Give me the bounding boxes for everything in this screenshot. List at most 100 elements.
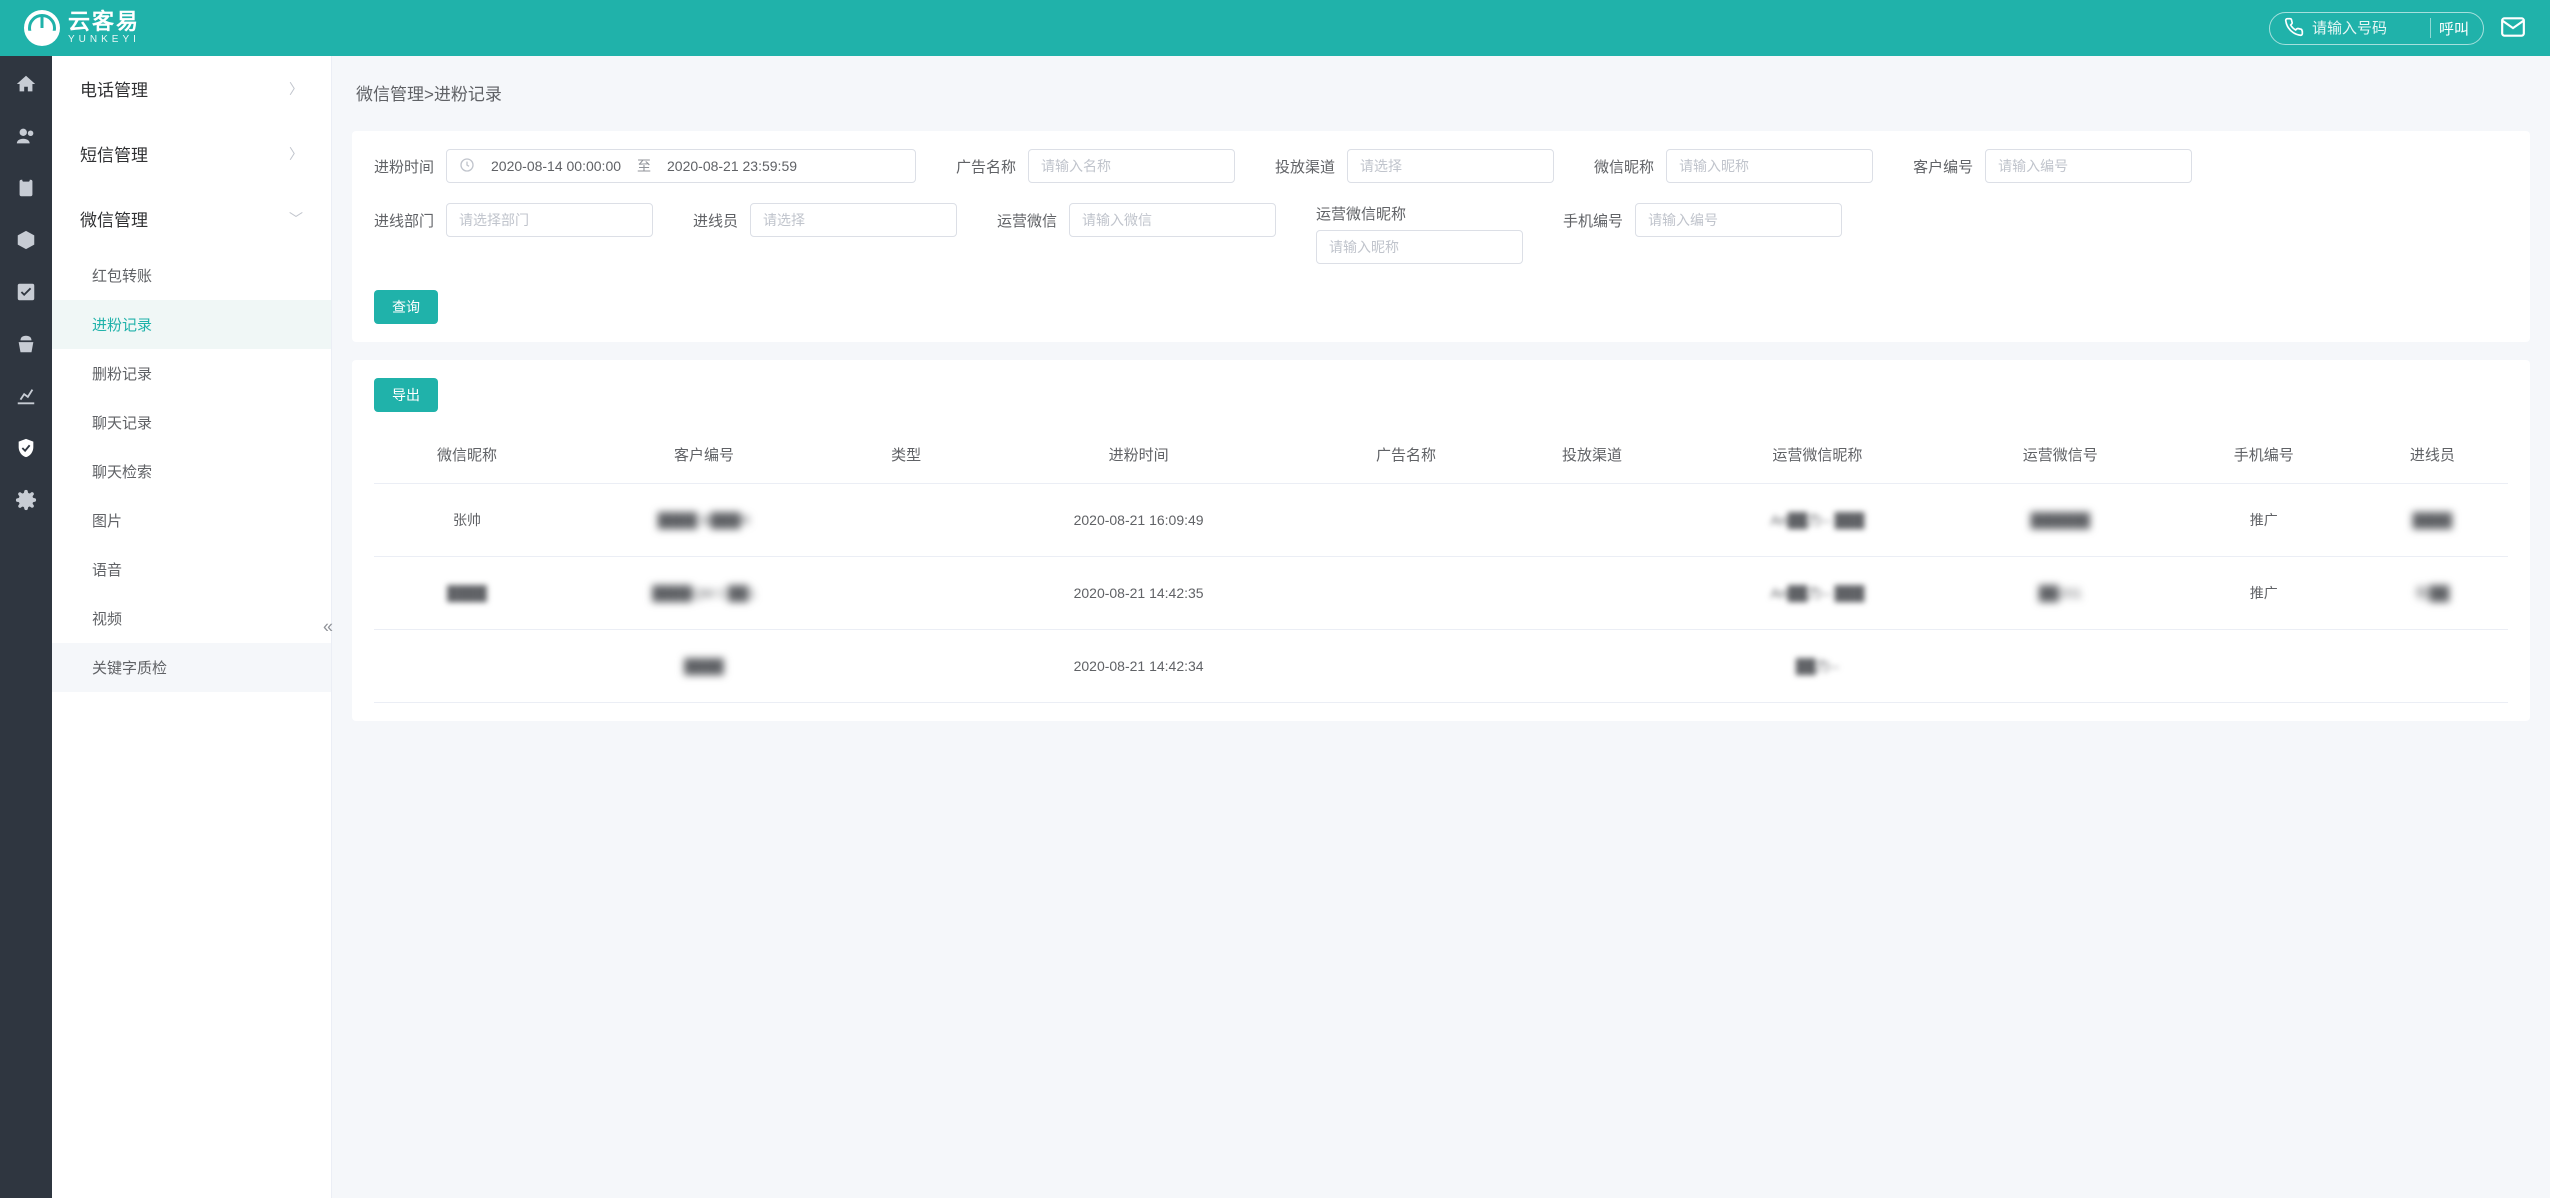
field-label: 进线员 — [693, 210, 738, 231]
cell-cust: ████ — [560, 630, 848, 703]
cell-phone — [2171, 630, 2357, 703]
channel-select[interactable] — [1347, 149, 1554, 183]
cell-opnick: ██力-- — [1685, 630, 1950, 703]
date-sep: 至 — [637, 156, 651, 176]
chevron-right-icon: 〉 — [289, 144, 303, 164]
field-nick: 微信昵称 — [1594, 149, 1873, 183]
cell-agent — [2357, 630, 2508, 703]
rail-home-icon[interactable] — [14, 72, 38, 96]
chevron-right-icon: 〉 — [289, 79, 303, 99]
field-cust: 客户编号 — [1913, 149, 2192, 183]
clock-icon — [459, 157, 475, 176]
field-label: 运营微信昵称 — [1316, 203, 1523, 224]
ad-name-input[interactable] — [1028, 149, 1235, 183]
cell-opnick: An██力-- ███ — [1685, 484, 1950, 557]
op-wechat-input[interactable] — [1069, 203, 1276, 237]
field-agent: 进线员 — [693, 203, 957, 237]
nav-rail — [0, 56, 52, 1198]
col-cust: 客户编号 — [560, 426, 848, 484]
field-label: 客户编号 — [1913, 156, 1973, 177]
main-content: 微信管理>进粉记录 进粉时间 2020-08-14 00:00:00 至 202… — [332, 56, 2550, 1198]
phone-id-input[interactable] — [1635, 203, 1842, 237]
field-time: 进粉时间 2020-08-14 00:00:00 至 2020-08-21 23… — [374, 149, 916, 183]
col-type: 类型 — [848, 426, 964, 484]
side-item-video[interactable]: 视频 — [52, 594, 331, 643]
col-opnick: 运营微信昵称 — [1685, 426, 1950, 484]
col-ad: 广告名称 — [1313, 426, 1499, 484]
date-range-input[interactable]: 2020-08-14 00:00:00 至 2020-08-21 23:59:5… — [446, 149, 916, 183]
side-item-shanfen[interactable]: 删粉记录 — [52, 349, 331, 398]
collapse-left-icon[interactable]: « — [323, 617, 333, 638]
side-item-chatlog[interactable]: 聊天记录 — [52, 398, 331, 447]
table-row: ████████QM C██12020-08-21 14:42:35An██力-… — [374, 557, 2508, 630]
customer-id-input[interactable] — [1985, 149, 2192, 183]
cell-agent: 程██ — [2357, 557, 2508, 630]
rail-chart-icon[interactable] — [14, 384, 38, 408]
side-group-wechat[interactable]: 微信管理 ﹀ — [52, 186, 331, 251]
cell-opwx: ██201 — [1950, 557, 2171, 630]
field-ad: 广告名称 — [956, 149, 1235, 183]
cell-ad — [1313, 630, 1499, 703]
cell-ad — [1313, 557, 1499, 630]
side-group-label: 短信管理 — [80, 141, 148, 166]
rail-shield-icon[interactable] — [14, 436, 38, 460]
cell-channel — [1499, 484, 1685, 557]
cell-phone: 推广 — [2171, 484, 2357, 557]
field-label: 手机编号 — [1563, 210, 1623, 231]
cell-agent: ████ — [2357, 484, 2508, 557]
brand-name-en: YUNKEYI — [68, 35, 140, 45]
op-nick-input[interactable] — [1316, 230, 1523, 264]
col-opwx: 运营微信号 — [1950, 426, 2171, 484]
phone-icon — [2284, 17, 2304, 40]
dept-select[interactable] — [446, 203, 653, 237]
cell-cust: ████ B███R — [560, 484, 848, 557]
side-item-hongbao[interactable]: 红包转账 — [52, 251, 331, 300]
field-opnick: 运营微信昵称 — [1316, 203, 1523, 264]
field-label: 广告名称 — [956, 156, 1016, 177]
side-group-sms[interactable]: 短信管理 〉 — [52, 121, 331, 186]
cell-time: 2020-08-21 16:09:49 — [964, 484, 1313, 557]
side-item-voice[interactable]: 语音 — [52, 545, 331, 594]
side-item-jinfen[interactable]: 进粉记录 — [52, 300, 331, 349]
date-to: 2020-08-21 23:59:59 — [667, 158, 797, 174]
side-group-phone[interactable]: 电话管理 〉 — [52, 56, 331, 121]
brand-name-cn: 云客易 — [68, 11, 140, 33]
call-button[interactable]: 呼叫 — [2439, 18, 2469, 39]
cell-channel — [1499, 630, 1685, 703]
divider — [2430, 18, 2431, 38]
table-row: ████2020-08-21 14:42:34██力-- — [374, 630, 2508, 703]
chevron-down-icon: ﹀ — [289, 209, 303, 229]
dial-box[interactable]: 呼叫 — [2269, 12, 2484, 45]
cell-nick: ████ — [374, 557, 560, 630]
side-item-chatsearch[interactable]: 聊天检索 — [52, 447, 331, 496]
side-group-label: 电话管理 — [80, 76, 148, 101]
rail-box-icon[interactable] — [14, 228, 38, 252]
cell-nick — [374, 630, 560, 703]
rail-settings-icon[interactable] — [14, 488, 38, 512]
cell-opnick: An██力-- ███ — [1685, 557, 1950, 630]
rail-bag-icon[interactable] — [14, 332, 38, 356]
col-phone: 手机编号 — [2171, 426, 2357, 484]
side-item-keyword[interactable]: 关键字质检 — [52, 643, 331, 692]
rail-users-icon[interactable] — [14, 124, 38, 148]
search-button[interactable]: 查询 — [374, 290, 438, 324]
rail-clipboard-icon[interactable] — [14, 176, 38, 200]
cell-type — [848, 557, 964, 630]
wechat-nick-input[interactable] — [1666, 149, 1873, 183]
field-label: 进粉时间 — [374, 156, 434, 177]
field-label: 微信昵称 — [1594, 156, 1654, 177]
dial-input[interactable] — [2312, 20, 2422, 37]
cell-nick: 张帅 — [374, 484, 560, 557]
agent-select[interactable] — [750, 203, 957, 237]
col-channel: 投放渠道 — [1499, 426, 1685, 484]
field-phone: 手机编号 — [1563, 203, 1842, 237]
logo-mark-icon — [24, 10, 60, 46]
col-time: 进粉时间 — [964, 426, 1313, 484]
cell-time: 2020-08-21 14:42:35 — [964, 557, 1313, 630]
field-label: 进线部门 — [374, 210, 434, 231]
side-item-image[interactable]: 图片 — [52, 496, 331, 545]
cell-type — [848, 630, 964, 703]
mail-icon[interactable] — [2500, 14, 2526, 43]
export-button[interactable]: 导出 — [374, 378, 438, 412]
rail-check-icon[interactable] — [14, 280, 38, 304]
